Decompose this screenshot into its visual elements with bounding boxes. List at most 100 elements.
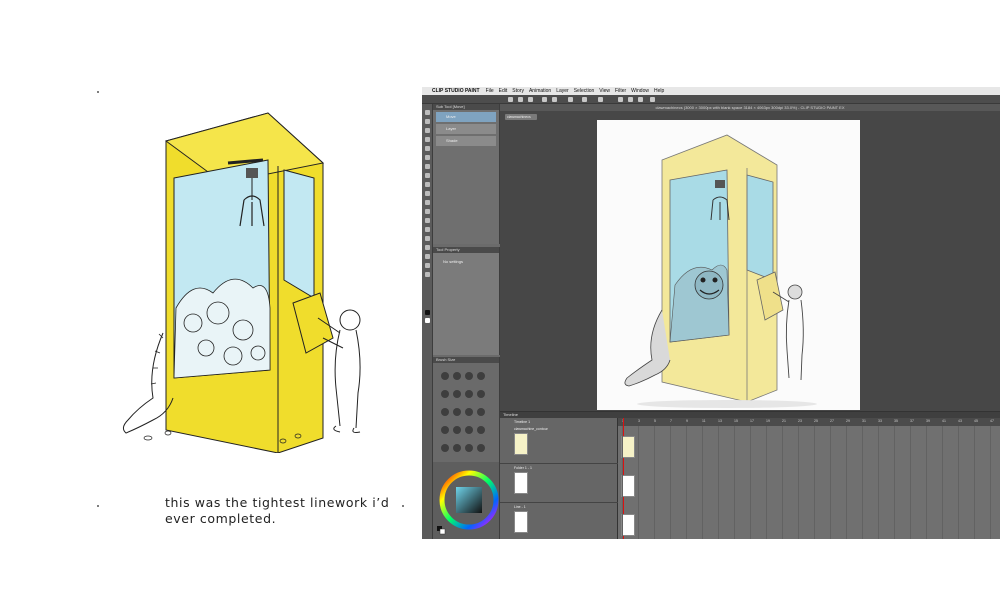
figure-tool-icon[interactable] [425, 245, 430, 250]
frame-grid-line [702, 426, 703, 539]
menu-layer[interactable]: Layer [556, 88, 569, 94]
color-wheel[interactable] [433, 462, 500, 539]
timeline-track-2[interactable]: Folder 1 - 1 [500, 465, 618, 503]
text-tool-icon[interactable] [425, 254, 430, 259]
frame-grid-line [654, 426, 655, 539]
frame-number: 41 [942, 419, 946, 423]
sub-tool-layer[interactable]: Layer [436, 124, 496, 134]
sub-tool-shade[interactable]: Shade [436, 136, 496, 146]
fill-tool-icon[interactable] [425, 227, 430, 232]
menu-help[interactable]: Help [654, 88, 664, 94]
snap-icon[interactable] [618, 97, 623, 102]
frame-grid-line [894, 426, 895, 539]
operation-tool-icon[interactable] [425, 128, 430, 133]
grid-icon[interactable] [638, 97, 643, 102]
frame-grid-line [942, 426, 943, 539]
pen-tool-icon[interactable] [425, 164, 430, 169]
frame-grid-line [766, 426, 767, 539]
claw-machine-illustration [122, 112, 361, 453]
transform-icon[interactable] [582, 97, 587, 102]
cel-2[interactable] [621, 475, 635, 497]
frame-number: 19 [766, 419, 770, 423]
frame-grid-line [830, 426, 831, 539]
frame-number: 25 [814, 419, 818, 423]
timeline-track-1[interactable]: clawmachine_contour [500, 426, 618, 464]
ruler-icon[interactable] [628, 97, 633, 102]
cel-1[interactable] [621, 436, 635, 458]
gradient-tool-icon[interactable] [425, 236, 430, 241]
brush-tool-icon[interactable] [425, 182, 430, 187]
pencil-tool-icon[interactable] [425, 173, 430, 178]
undo-icon[interactable] [542, 97, 547, 102]
eraser-tool-icon[interactable] [425, 209, 430, 214]
color-wheel-panel [433, 462, 500, 539]
frame-number: 13 [718, 419, 722, 423]
menu-filter[interactable]: Filter [615, 88, 626, 94]
brush-size-presets[interactable] [439, 369, 495, 459]
timeline-track-3[interactable]: Line - 1 [500, 504, 618, 539]
canvas-tab[interactable]: clawmachinecs [505, 114, 537, 120]
frame-number: 33 [878, 419, 882, 423]
new-file-icon[interactable] [508, 97, 513, 102]
zoom-tool-icon[interactable] [425, 119, 430, 124]
frame-grid-line [926, 426, 927, 539]
clear-icon[interactable] [568, 97, 573, 102]
page-dot-bottom [97, 505, 99, 507]
airbrush-tool-icon[interactable] [425, 191, 430, 196]
frame-number: 45 [974, 419, 978, 423]
frame-number: 7 [670, 419, 672, 423]
menu-animation[interactable]: Animation [529, 88, 551, 94]
frame-grid-line [958, 426, 959, 539]
frame-number: 23 [798, 419, 802, 423]
sub-color-swatch[interactable] [425, 318, 430, 323]
deselect-icon[interactable] [598, 97, 603, 102]
save-icon[interactable] [528, 97, 533, 102]
frame-grid-line [622, 426, 623, 539]
canvas-paper[interactable] [597, 120, 860, 410]
frame-grid-line [782, 426, 783, 539]
move-tool-icon[interactable] [425, 110, 430, 115]
cel-3[interactable] [621, 514, 635, 536]
eyedropper-tool-icon[interactable] [425, 155, 430, 160]
frame-grid-line [750, 426, 751, 539]
tool-property-panel: Tool Property No settings [433, 247, 500, 355]
track-label-1: clawmachine_contour [514, 427, 548, 431]
main-color-swatch[interactable] [425, 310, 430, 315]
timeline-frames[interactable]: 1357911131517192123252729313335373941434… [618, 418, 1000, 539]
menu-edit[interactable]: Edit [499, 88, 508, 94]
blend-tool-icon[interactable] [425, 218, 430, 223]
menu-view[interactable]: View [599, 88, 610, 94]
page-dot-top [97, 91, 99, 93]
balloon-tool-icon[interactable] [425, 263, 430, 268]
frame-grid-line [990, 426, 991, 539]
tool-palette [422, 104, 433, 539]
settings-icon[interactable] [650, 97, 655, 102]
frame-grid-line [846, 426, 847, 539]
open-file-icon[interactable] [518, 97, 523, 102]
menu-story[interactable]: Story [512, 88, 524, 94]
frame-number: 43 [958, 419, 962, 423]
timeline-name: Timeline 1 [514, 420, 531, 424]
lasso-tool-icon[interactable] [425, 146, 430, 151]
brush-size-panel: Brush Size [433, 357, 500, 462]
timeline-tracks: Timeline 1 clawmachine_contour Folder 1 … [500, 418, 618, 539]
canvas-area[interactable]: clawmachinecs [500, 111, 1000, 411]
selection-tool-icon[interactable] [425, 137, 430, 142]
frame-grid-line [670, 426, 671, 539]
menu-file[interactable]: File [486, 88, 494, 94]
menu-window[interactable]: Window [631, 88, 649, 94]
frame-number: 11 [702, 419, 706, 423]
redo-icon[interactable] [552, 97, 557, 102]
track-thumb-2 [514, 472, 528, 494]
menu-app-name[interactable]: CLIP STUDIO PAINT [432, 88, 480, 94]
menu-selection[interactable]: Selection [574, 88, 595, 94]
correct-line-tool-icon[interactable] [425, 272, 430, 277]
document-title: clawmachinecs (3000 × 3000px with blank … [500, 104, 1000, 111]
decoration-tool-icon[interactable] [425, 200, 430, 205]
canvas-artwork [624, 134, 817, 408]
mac-menubar: CLIP STUDIO PAINT File Edit Story Animat… [422, 87, 1000, 95]
frame-number: 9 [686, 419, 688, 423]
sub-tool-move[interactable]: Move [436, 112, 496, 122]
frame-number: 15 [734, 419, 738, 423]
track-label-3: Line - 1 [514, 505, 526, 509]
